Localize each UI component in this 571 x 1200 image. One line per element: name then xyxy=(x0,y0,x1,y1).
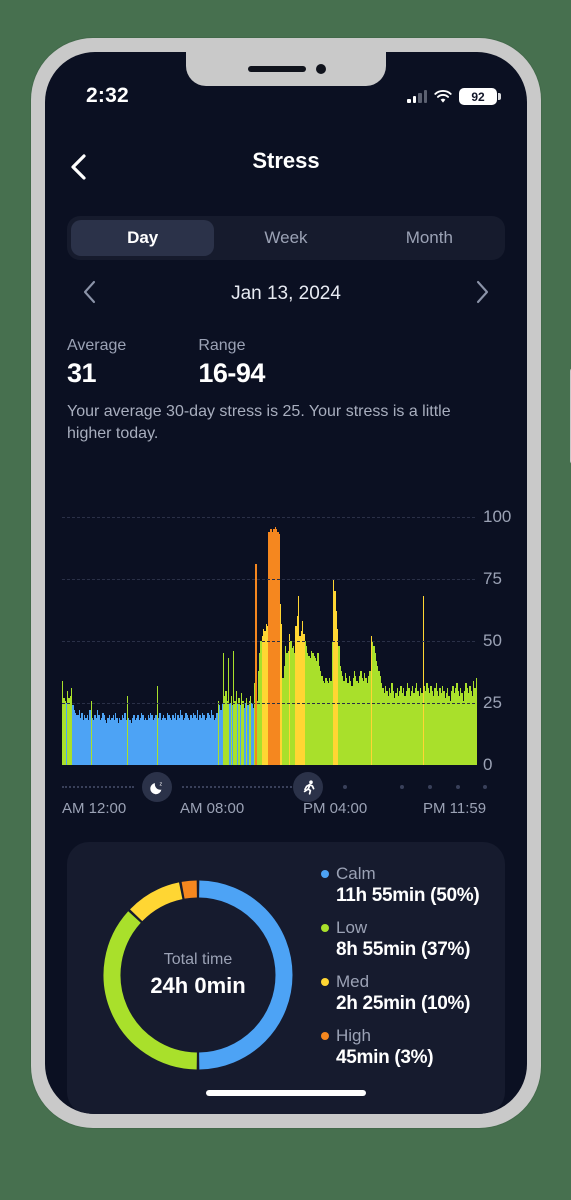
chart-y-tick-label: 50 xyxy=(483,631,502,650)
home-indicator[interactable] xyxy=(206,1090,366,1096)
chevron-left-icon[interactable] xyxy=(67,279,113,310)
screenshot-stage: 2:32 92 Stress Day Week Month Jan 13, 20… xyxy=(0,0,571,1200)
legend-item-value: 2h 25min (10%) xyxy=(336,993,471,1014)
battery-icon: 92 xyxy=(459,88,501,105)
legend-item-value: 11h 55min (50%) xyxy=(336,885,480,906)
legend-color-dot xyxy=(321,1032,329,1040)
legend-item-value: 8h 55min (37%) xyxy=(336,939,471,960)
legend-item-name: Med xyxy=(336,972,370,991)
range-value: 16-94 xyxy=(198,358,265,388)
average-label: Average xyxy=(67,337,127,354)
stress-chart: 100 75 50 25 0 xyxy=(45,507,527,777)
phone-notch xyxy=(186,52,386,86)
legend-item-name: High xyxy=(336,1026,371,1045)
legend-item: Med 2h 25min (10%) xyxy=(321,972,501,1015)
legend-item-header: Calm xyxy=(321,864,501,884)
chart-x-axis: AM 12:00 AM 08:00 PM 04:00 PM 11:59 xyxy=(45,800,527,824)
legend-item: High 45min (3%) xyxy=(321,1026,501,1069)
legend-item: Calm 11h 55min (50%) xyxy=(321,864,501,907)
legend-color-dot xyxy=(321,978,329,986)
timeline-dot xyxy=(428,785,432,789)
timeline-dot xyxy=(483,785,487,789)
timeline-dotted-segment xyxy=(62,786,134,788)
stat-range: Range 16-94 xyxy=(198,337,265,389)
status-bar: 2:32 92 xyxy=(45,84,527,118)
total-time-label: Total time xyxy=(163,951,233,968)
tab-day[interactable]: Day xyxy=(71,220,215,256)
stats-summary: Average 31 Range 16-94 Your average 30-d… xyxy=(67,337,507,445)
chart-gridline xyxy=(62,703,475,704)
chart-y-tick-label: 25 xyxy=(483,693,502,712)
page-title: Stress xyxy=(252,148,320,173)
chevron-right-icon[interactable] xyxy=(459,279,505,310)
timeline-dot xyxy=(343,785,347,789)
timeline-dot xyxy=(456,785,460,789)
legend-item-header: High xyxy=(321,1026,501,1046)
donut-center: Total time 24h 0min xyxy=(95,872,301,1078)
legend-item-name: Calm xyxy=(336,864,376,883)
chart-bar xyxy=(475,678,477,765)
period-segmented-control[interactable]: Day Week Month xyxy=(67,216,505,260)
svg-text:z: z xyxy=(159,781,162,787)
front-camera xyxy=(316,64,326,74)
timeline-dotted-segment xyxy=(182,786,300,788)
tab-week[interactable]: Week xyxy=(214,220,357,256)
legend-item-name: Low xyxy=(336,918,368,937)
legend-item-header: Med xyxy=(321,972,501,992)
date-navigator: Jan 13, 2024 xyxy=(67,270,505,318)
chart-plot-area xyxy=(62,517,477,765)
chart-gridline xyxy=(62,517,475,518)
chart-x-tick-label: PM 11:59 xyxy=(423,800,487,817)
stress-legend: Calm 11h 55min (50%) Low 8h 55min (37%) Med 2… xyxy=(321,864,501,1080)
chart-x-tick-label: PM 04:00 xyxy=(303,800,368,817)
stat-average: Average 31 xyxy=(67,337,126,389)
tab-month[interactable]: Month xyxy=(358,220,501,256)
date-label: Jan 13, 2024 xyxy=(231,283,341,304)
chart-y-tick-label: 75 xyxy=(483,569,502,588)
chart-gridline xyxy=(62,579,475,580)
stress-breakdown-card: Total time 24h 0min Calm 11h 55min (50%) L… xyxy=(67,842,505,1114)
chart-x-tick-label: AM 08:00 xyxy=(180,800,245,817)
legend-color-dot xyxy=(321,870,329,878)
event-timeline: z xyxy=(45,770,527,804)
legend-color-dot xyxy=(321,924,329,932)
status-bar-indicators: 92 xyxy=(407,88,501,105)
earpiece-speaker xyxy=(248,66,306,72)
stats-row: Average 31 Range 16-94 xyxy=(67,337,507,389)
phone-screen: 2:32 92 Stress Day Week Month Jan 13, 20… xyxy=(45,52,527,1114)
donut-chart: Total time 24h 0min xyxy=(95,872,301,1078)
total-time-value: 24h 0min xyxy=(150,973,246,998)
summary-text: Your average 30-day stress is 25. Your s… xyxy=(67,403,451,442)
chart-gridline xyxy=(62,641,475,642)
wifi-icon xyxy=(434,89,452,104)
legend-item: Low 8h 55min (37%) xyxy=(321,918,501,961)
battery-level-text: 92 xyxy=(471,89,485,104)
legend-item-value: 45min (3%) xyxy=(336,1047,434,1068)
moon-sleep-icon[interactable]: z xyxy=(142,772,172,802)
legend-item-header: Low xyxy=(321,918,501,938)
nav-bar: Stress xyxy=(45,140,527,196)
range-label: Range xyxy=(198,337,246,354)
chart-x-tick-label: AM 12:00 xyxy=(62,800,127,817)
status-bar-clock: 2:32 xyxy=(86,84,129,107)
timeline-track: z xyxy=(62,772,487,802)
average-value: 31 xyxy=(67,358,97,388)
timeline-dot xyxy=(400,785,404,789)
signal-icon xyxy=(407,90,427,103)
chart-y-tick-label: 100 xyxy=(483,507,512,526)
running-person-icon[interactable] xyxy=(293,772,323,802)
